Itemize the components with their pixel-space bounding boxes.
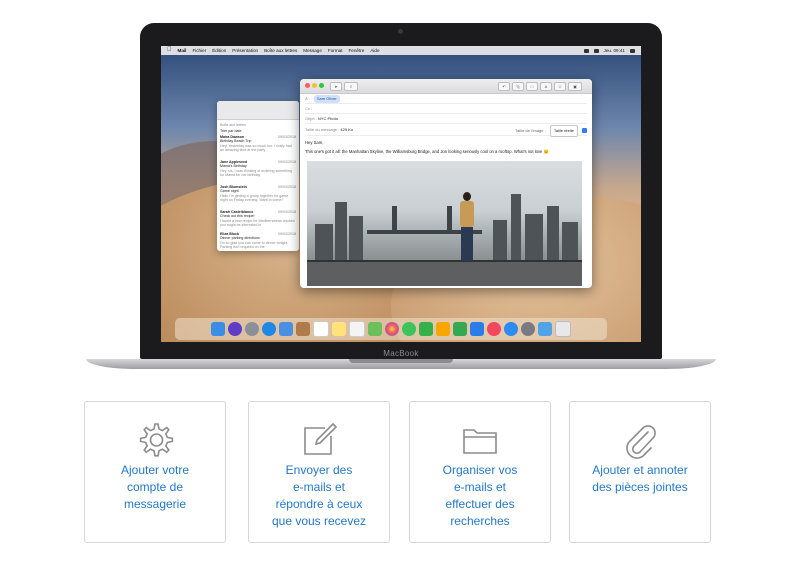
spotlight-icon[interactable] (630, 48, 635, 53)
menu-message[interactable]: Message (303, 46, 322, 55)
macbook-notch (349, 359, 453, 363)
menu-bar:  Mail Fichier Édition Présentation Boît… (161, 46, 641, 55)
menu-aide[interactable]: Aide (370, 46, 379, 55)
subject-field[interactable]: Objet : NYC Photo (305, 114, 587, 124)
person-figure (459, 192, 475, 264)
card-organize-search[interactable]: Organiser vos e-mails et effectuer des r… (409, 401, 551, 543)
message-list-window: Boîte aux lettres Trier par date Maira D… (217, 101, 299, 251)
paperclip-icon (626, 425, 656, 459)
card-label: Ajouter votre compte de messagerie (120, 463, 190, 511)
trash-icon[interactable] (555, 321, 571, 337)
menu-mail[interactable]: Mail (178, 46, 187, 55)
card-label: Ajouter et annoter des pièces jointes (592, 463, 688, 494)
launchpad-icon[interactable] (245, 322, 259, 336)
cc-field[interactable]: Cc : (305, 104, 587, 114)
compose-window: ➤ ≡ ↶ 📎 □ A ☺ ▣ À : Sam Oliver Cc : Objet… (300, 79, 592, 288)
markup-icon[interactable]: □ (526, 82, 538, 91)
notes-icon[interactable] (332, 322, 346, 336)
menu-presentation[interactable]: Présentation (232, 46, 258, 55)
menubar-clock[interactable]: Jeu. 09:41 (604, 46, 625, 55)
emoji-icon[interactable]: ☺ (554, 82, 566, 91)
card-label: Envoyer des e-mails et répondre à ceux q… (271, 463, 367, 528)
menu-edition[interactable]: Édition (212, 46, 226, 55)
card-attachments[interactable]: Ajouter et annoter des pièces jointes (569, 401, 711, 543)
siri-icon[interactable] (228, 322, 242, 336)
size-row: Taille du message : 429 Ko Taille de l'i… (305, 125, 587, 137)
calendar-icon[interactable] (313, 321, 329, 337)
image-size-select[interactable]: Taille réelle (549, 125, 578, 137)
macbook-label: MacBook (383, 349, 419, 358)
list-item[interactable]: Eliza Block 09/03/2018 Dinner parking di… (220, 232, 296, 249)
card-label: Organiser vos e-mails et effectuer des r… (442, 463, 518, 528)
menubar-status: Jeu. 09:41 (583, 46, 635, 55)
sort-label[interactable]: Trier par date (220, 129, 241, 133)
camera (398, 29, 403, 34)
subject-value: NYC Photo (317, 116, 338, 121)
photos-icon[interactable] (385, 322, 399, 336)
reminders-icon[interactable] (349, 321, 365, 337)
menu-format[interactable]: Format (328, 46, 343, 55)
downloads-folder-icon[interactable] (538, 322, 552, 336)
minimize-window-button[interactable] (312, 83, 317, 88)
zoom-window-button[interactable] (319, 83, 324, 88)
app-store-icon[interactable] (504, 322, 518, 336)
finder-icon[interactable] (211, 322, 225, 336)
recipient-chip[interactable]: Sam Oliver (313, 95, 340, 103)
photo-browser-icon[interactable]: ▣ (568, 82, 582, 91)
mail-icon[interactable] (279, 322, 293, 336)
compose-toolbar: ➤ ≡ ↶ 📎 □ A ☺ ▣ (300, 79, 592, 94)
folder-icon (463, 429, 497, 454)
keynote-icon[interactable] (470, 322, 484, 336)
pages-icon[interactable] (436, 322, 450, 336)
chevron-down-icon[interactable] (582, 128, 587, 134)
message-body[interactable]: This one's got it all: the Manhattan Sky… (305, 149, 587, 155)
numbers-icon[interactable] (453, 322, 467, 336)
list-item[interactable]: Maira Dawson 09/03/2018 Birthday Beach T… (220, 135, 296, 152)
search-input[interactable]: Boîte aux lettres (220, 123, 246, 127)
format-icon[interactable]: A (540, 82, 552, 91)
header-fields-icon[interactable]: ≡ (344, 82, 358, 91)
menu-boite[interactable]: Boîte aux lettres (264, 46, 297, 55)
menu-fichier[interactable]: Fichier (192, 46, 206, 55)
card-send-reply[interactable]: Envoyer des e-mails et répondre à ceux q… (248, 401, 390, 543)
safari-icon[interactable] (262, 322, 276, 336)
list-item[interactable]: Josh Blumstein 09/03/2018 Game night Hel… (220, 185, 296, 202)
send-icon[interactable]: ➤ (330, 82, 342, 91)
list-item[interactable]: Jane Appleseed 09/03/2018 Mama's Birthda… (220, 160, 296, 177)
message-greeting[interactable]: Hey Sam, (305, 140, 587, 145)
music-icon[interactable] (487, 322, 501, 336)
wifi-icon[interactable] (583, 48, 589, 53)
message-list-toolbar (217, 101, 299, 120)
attached-photo[interactable] (307, 161, 582, 286)
messages-icon[interactable] (402, 322, 416, 336)
menu-fenetre[interactable]: Fenêtre (348, 46, 364, 55)
to-field[interactable]: À : Sam Oliver (305, 95, 587, 104)
maps-icon[interactable] (368, 322, 382, 336)
list-item[interactable]: Sarah Castelblanco 09/03/2018 Check out … (220, 210, 296, 227)
close-window-button[interactable] (305, 83, 310, 88)
dock (175, 318, 607, 340)
undo-icon[interactable]: ↶ (498, 82, 510, 91)
system-preferences-icon[interactable] (521, 322, 535, 336)
attachment-icon[interactable]: 📎 (512, 82, 524, 91)
macbook-screen:  Mail Fichier Édition Présentation Boît… (161, 46, 641, 342)
gear-icon (139, 423, 174, 457)
card-add-account[interactable]: Ajouter votre compte de messagerie (84, 401, 226, 543)
apple-icon[interactable]:  (167, 46, 172, 55)
compose-icon (304, 422, 338, 455)
battery-icon[interactable] (593, 48, 599, 53)
facetime-icon[interactable] (419, 322, 433, 336)
contacts-icon[interactable] (296, 322, 310, 336)
